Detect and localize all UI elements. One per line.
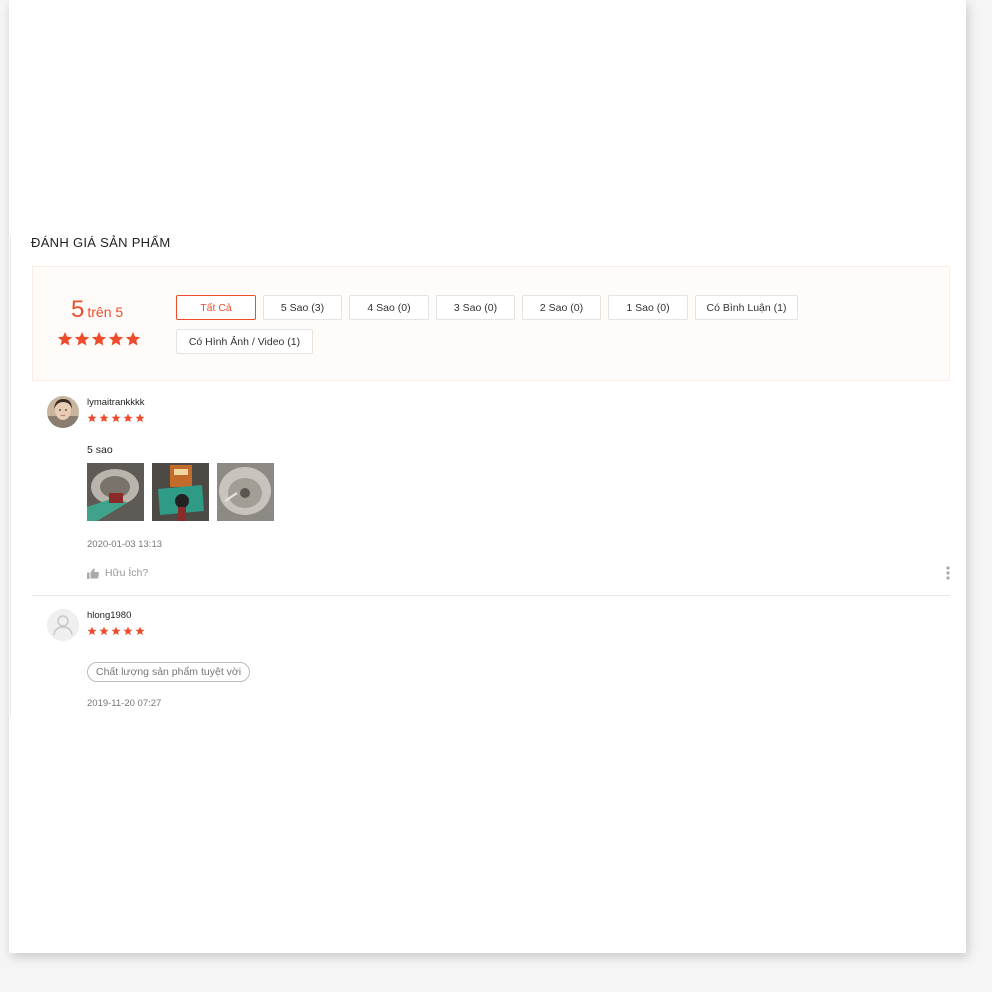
review-stars	[87, 413, 145, 423]
review-image[interactable]	[152, 463, 209, 521]
filter-with-comment[interactable]: Có Bình Luận (1)	[695, 295, 798, 320]
star-icon	[87, 413, 97, 423]
helpful-button[interactable]: Hữu Ích?	[87, 567, 148, 579]
review-item: hlong1980 Chất lượng sản phẩm tuyệt vời …	[47, 609, 951, 719]
filter-3-star[interactable]: 3 Sao (0)	[436, 295, 515, 320]
review-image[interactable]	[217, 463, 274, 521]
section-title: ĐÁNH GIÁ SẢN PHẨM	[31, 235, 171, 250]
star-icon	[123, 413, 133, 423]
rating-score: 5 trên 5	[71, 296, 123, 324]
star-icon	[87, 626, 97, 636]
rating-overview: 5 trên 5 Tất Cả 5 Sao (3) 4 Sao (0) 3 Sao…	[32, 266, 950, 381]
star-icon	[99, 626, 109, 636]
star-icon	[111, 626, 121, 636]
review-card: ĐÁNH GIÁ SẢN PHẨM 5 trên 5 Tất Cả 5 Sao (…	[9, 0, 966, 953]
star-icon	[91, 332, 107, 346]
star-icon	[108, 332, 124, 346]
filter-1-star[interactable]: 1 Sao (0)	[608, 295, 688, 320]
filter-5-star[interactable]: 5 Sao (3)	[263, 295, 342, 320]
star-icon	[57, 332, 73, 346]
review-stars	[87, 626, 145, 636]
filter-all[interactable]: Tất Cả	[176, 295, 256, 320]
review-divider	[32, 595, 950, 596]
helpful-label: Hữu Ích?	[105, 567, 149, 579]
avatar[interactable]	[47, 396, 79, 428]
star-icon	[74, 332, 90, 346]
review-item: lymaitrankkkk 5 sao 2020-01-03 13:13 Hữu…	[47, 396, 951, 586]
review-tag: Chất lượng sản phẩm tuyệt vời	[87, 662, 251, 682]
thumbs-up-icon	[87, 568, 99, 579]
review-timestamp: 2020-01-03 13:13	[87, 539, 163, 550]
review-image[interactable]	[87, 463, 144, 521]
star-icon	[125, 332, 141, 346]
left-divider	[10, 236, 11, 716]
review-timestamp: 2019-11-20 07:27	[87, 698, 162, 709]
star-icon	[135, 413, 145, 423]
star-icon	[135, 626, 145, 636]
review-username[interactable]: lymaitrankkkk	[87, 397, 145, 408]
star-icon	[123, 626, 133, 636]
star-icon	[111, 413, 121, 423]
filter-4-star[interactable]: 4 Sao (0)	[349, 295, 429, 320]
review-images	[87, 463, 274, 521]
avatar[interactable]	[47, 609, 79, 641]
review-text: 5 sao	[87, 444, 113, 456]
score-value: 5	[71, 296, 85, 323]
review-username[interactable]: hlong1980	[87, 610, 131, 621]
star-icon	[99, 413, 109, 423]
score-out-of: trên 5	[87, 304, 124, 320]
more-vertical-icon[interactable]	[945, 566, 951, 580]
rating-stars	[57, 331, 141, 347]
filter-2-star[interactable]: 2 Sao (0)	[522, 295, 601, 320]
user-icon	[47, 609, 79, 641]
filter-with-media[interactable]: Có Hình Ảnh / Video (1)	[176, 329, 313, 354]
